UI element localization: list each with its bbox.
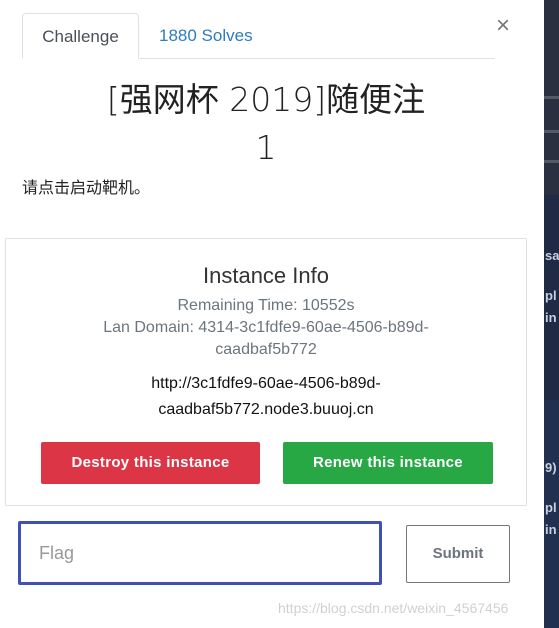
watermark: https://blog.csdn.net/weixin_4567456	[278, 600, 509, 616]
remaining-time: Remaining Time: 10552s	[177, 297, 355, 314]
tab-challenge[interactable]: Challenge	[22, 13, 139, 59]
instance-info-heading: Instance Info	[203, 263, 329, 288]
destroy-instance-button[interactable]: Destroy this instance	[41, 442, 260, 484]
background-text-fragment: 9)	[545, 460, 557, 475]
challenge-title-line2: 1	[255, 128, 277, 167]
background-text-fragment: in	[545, 522, 557, 537]
background-image-block	[544, 0, 559, 195]
challenge-title-line1: [强网杯 2019]随便注	[106, 80, 426, 119]
challenge-modal: Challenge 1880 Solves × [强网杯 2019]随便注 1 …	[0, 0, 544, 628]
tab-solves[interactable]: 1880 Solves	[142, 13, 270, 59]
renew-instance-button[interactable]: Renew this instance	[283, 442, 493, 484]
instance-meta: Remaining Time: 10552s Lan Domain: 4314-…	[76, 295, 456, 361]
background-page-strip: sa pl in 9) pl in	[544, 0, 559, 628]
background-text-fragment: pl	[545, 288, 557, 303]
instance-url-line1: http://3c1fdfe9-60ae-4506-b89d-	[151, 375, 381, 392]
modal-tabs: Challenge 1880 Solves	[22, 13, 495, 59]
lan-domain-line1: Lan Domain: 4314-3c1fdfe9-60ae-4506-b89d…	[103, 319, 429, 336]
challenge-title: [强网杯 2019]随便注 1	[40, 76, 492, 172]
background-text-fragment: in	[545, 310, 557, 325]
instance-url-line2: caadbaf5b772.node3.buuoj.cn	[158, 401, 374, 418]
background-text-fragment: pl	[545, 500, 557, 515]
flag-input[interactable]: Flag	[18, 521, 382, 585]
lan-domain-line2: caadbaf5b772	[215, 341, 317, 358]
instance-info-panel: Instance Info Remaining Time: 10552s Lan…	[5, 238, 527, 506]
submit-button[interactable]: Submit	[406, 525, 510, 583]
instance-url: http://3c1fdfe9-60ae-4506-b89d- caadbaf5…	[101, 371, 431, 423]
close-icon[interactable]: ×	[494, 14, 512, 38]
challenge-description: 请点击启动靶机。	[22, 178, 151, 197]
background-text-fragment: sa	[545, 248, 559, 263]
